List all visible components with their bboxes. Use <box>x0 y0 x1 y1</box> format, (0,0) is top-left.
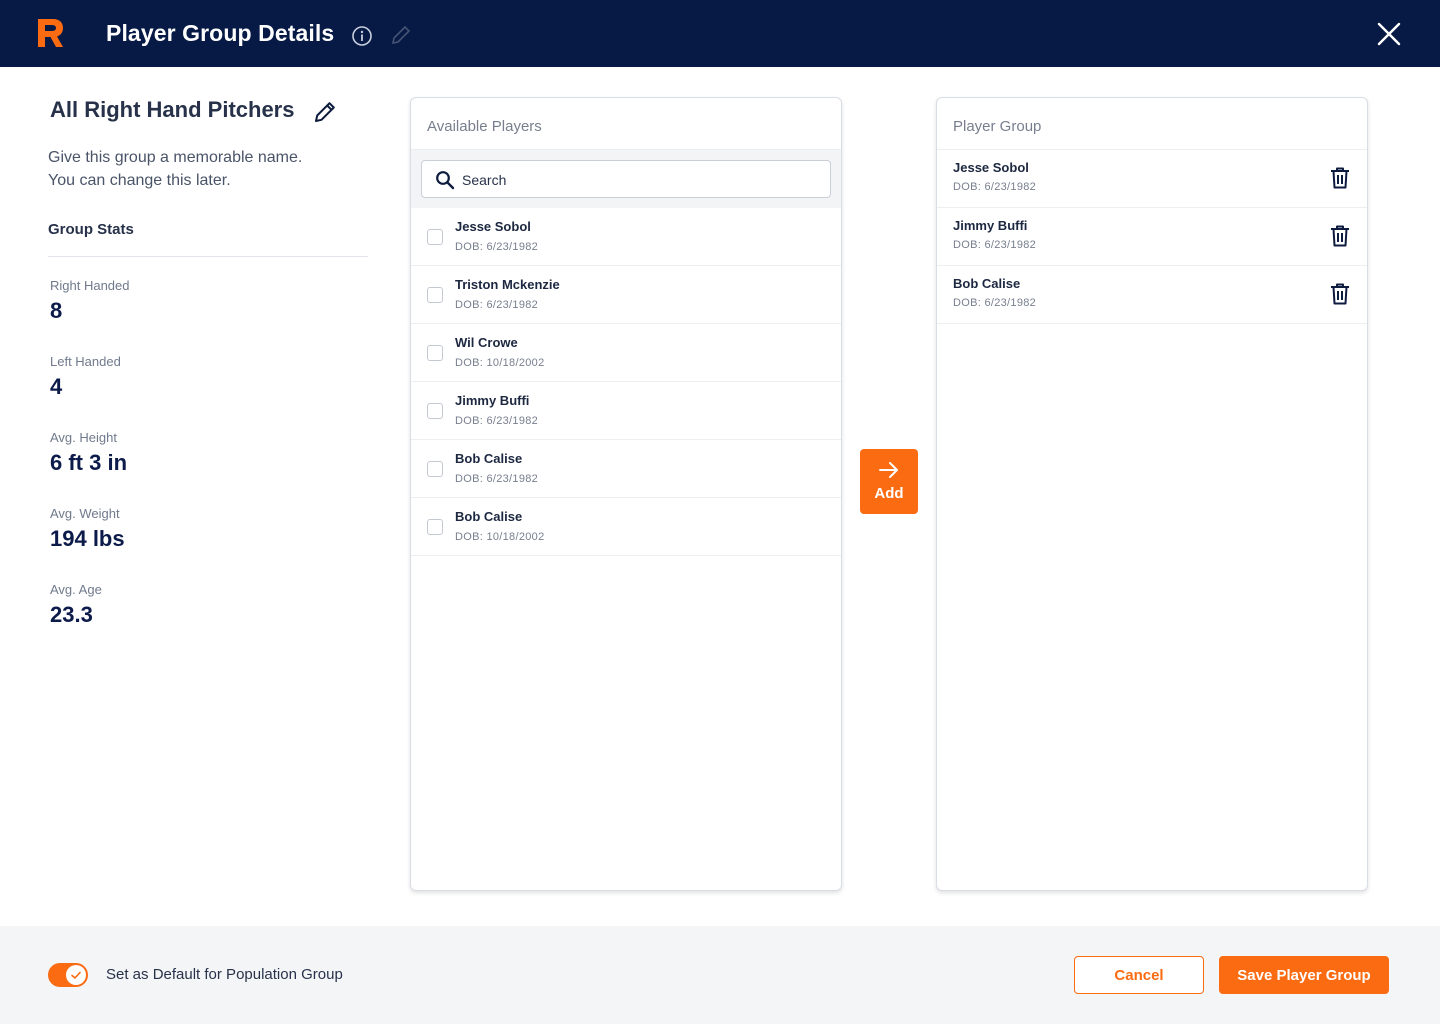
available-players-panel: Available Players Jesse Sobol DOB: 6/23/… <box>410 97 842 891</box>
arrow-right-icon <box>879 462 898 478</box>
list-item: Jesse Sobol DOB: 6/23/1982 <box>937 150 1367 208</box>
player-checkbox[interactable] <box>427 461 443 477</box>
info-icon[interactable] <box>351 25 373 47</box>
list-item[interactable]: Bob Calise DOB: 6/23/1982 <box>411 440 841 498</box>
player-name: Jimmy Buffi <box>953 218 1028 233</box>
list-item[interactable]: Triston Mckenzie DOB: 6/23/1982 <box>411 266 841 324</box>
toggle-knob <box>66 965 86 985</box>
player-dob: DOB: 10/18/2002 <box>455 531 545 543</box>
player-name: Triston Mckenzie <box>455 277 560 292</box>
stat-value: 4 <box>50 374 63 399</box>
search-icon <box>436 171 455 190</box>
available-players-title: Available Players <box>427 118 542 135</box>
player-name: Bob Calise <box>953 276 1021 291</box>
player-checkbox[interactable] <box>427 403 443 419</box>
add-button-label: Add <box>874 485 904 502</box>
stat-label: Right Handed <box>50 278 130 293</box>
stat-avg-height: Avg. Height 6 ft 3 in <box>50 430 127 476</box>
search-input[interactable] <box>462 169 812 191</box>
stat-left-handed: Left Handed 4 <box>50 354 121 400</box>
player-name: Bob Calise <box>455 451 523 466</box>
player-name: Jesse Sobol <box>953 160 1029 175</box>
player-name: Bob Calise <box>455 509 523 524</box>
player-dob: DOB: 6/23/1982 <box>455 241 539 253</box>
trash-icon[interactable] <box>1329 166 1351 190</box>
group-name-hint: Give this group a memorable name. You ca… <box>48 146 302 192</box>
stat-label: Avg. Height <box>50 430 117 445</box>
app-header: Player Group Details <box>0 0 1440 67</box>
player-dob: DOB: 6/23/1982 <box>953 181 1037 193</box>
player-dob: DOB: 6/23/1982 <box>953 297 1037 309</box>
player-checkbox[interactable] <box>427 345 443 361</box>
player-name: Jesse Sobol <box>455 219 531 234</box>
trash-icon[interactable] <box>1329 224 1351 248</box>
player-group-panel: Player Group Jesse Sobol DOB: 6/23/1982 … <box>936 97 1368 891</box>
add-button[interactable]: Add <box>860 449 918 514</box>
player-group-list: Jesse Sobol DOB: 6/23/1982 Jimmy Buffi D… <box>937 150 1367 324</box>
available-players-list: Jesse Sobol DOB: 6/23/1982 Triston Mcken… <box>411 208 841 556</box>
list-item[interactable]: Jimmy Buffi DOB: 6/23/1982 <box>411 382 841 440</box>
close-icon[interactable] <box>1376 21 1402 47</box>
stat-value: 23.3 <box>50 602 93 627</box>
list-item[interactable]: Wil Crowe DOB: 10/18/2002 <box>411 324 841 382</box>
trash-icon[interactable] <box>1329 282 1351 306</box>
search-box[interactable] <box>421 160 831 198</box>
group-name: All Right Hand Pitchers <box>50 97 295 122</box>
hint-line-2: You can change this later. <box>48 172 231 189</box>
player-name: Jimmy Buffi <box>455 393 530 408</box>
hint-line-1: Give this group a memorable name. <box>48 149 303 166</box>
search-bar-area <box>411 150 841 208</box>
page-title: Player Group Details <box>106 20 335 46</box>
player-dob: DOB: 6/23/1982 <box>953 239 1037 251</box>
list-item[interactable]: Bob Calise DOB: 10/18/2002 <box>411 498 841 556</box>
stat-label: Avg. Age <box>50 582 102 597</box>
footer-bar: Set as Default for Population Group Canc… <box>0 926 1440 1024</box>
default-toggle-label: Set as Default for Population Group <box>106 966 343 983</box>
stat-label: Left Handed <box>50 354 121 369</box>
stat-right-handed: Right Handed 8 <box>50 278 130 324</box>
stat-value: 8 <box>50 298 63 323</box>
player-dob: DOB: 6/23/1982 <box>455 473 539 485</box>
r-logo-icon <box>38 19 63 47</box>
stat-label: Avg. Weight <box>50 506 120 521</box>
edit-name-pencil-icon[interactable] <box>312 99 338 125</box>
player-dob: DOB: 10/18/2002 <box>455 357 545 369</box>
player-checkbox[interactable] <box>427 287 443 303</box>
stat-value: 194 lbs <box>50 526 125 551</box>
player-group-title: Player Group <box>953 118 1042 135</box>
stat-value: 6 ft 3 in <box>50 450 128 475</box>
list-item: Bob Calise DOB: 6/23/1982 <box>937 266 1367 324</box>
pencil-icon <box>391 25 411 45</box>
group-stats-title: Group Stats <box>48 221 134 238</box>
default-group-toggle[interactable] <box>48 963 88 987</box>
stats-divider <box>48 256 368 257</box>
stat-avg-weight: Avg. Weight 194 lbs <box>50 506 125 552</box>
player-dob: DOB: 6/23/1982 <box>455 299 539 311</box>
stat-avg-age: Avg. Age 23.3 <box>50 582 102 628</box>
list-item[interactable]: Jesse Sobol DOB: 6/23/1982 <box>411 208 841 266</box>
save-player-group-button[interactable]: Save Player Group <box>1219 956 1389 994</box>
check-icon <box>71 971 81 979</box>
list-item: Jimmy Buffi DOB: 6/23/1982 <box>937 208 1367 266</box>
player-dob: DOB: 6/23/1982 <box>455 415 539 427</box>
cancel-button[interactable]: Cancel <box>1074 956 1204 994</box>
player-name: Wil Crowe <box>455 335 518 350</box>
player-checkbox[interactable] <box>427 229 443 245</box>
player-checkbox[interactable] <box>427 519 443 535</box>
